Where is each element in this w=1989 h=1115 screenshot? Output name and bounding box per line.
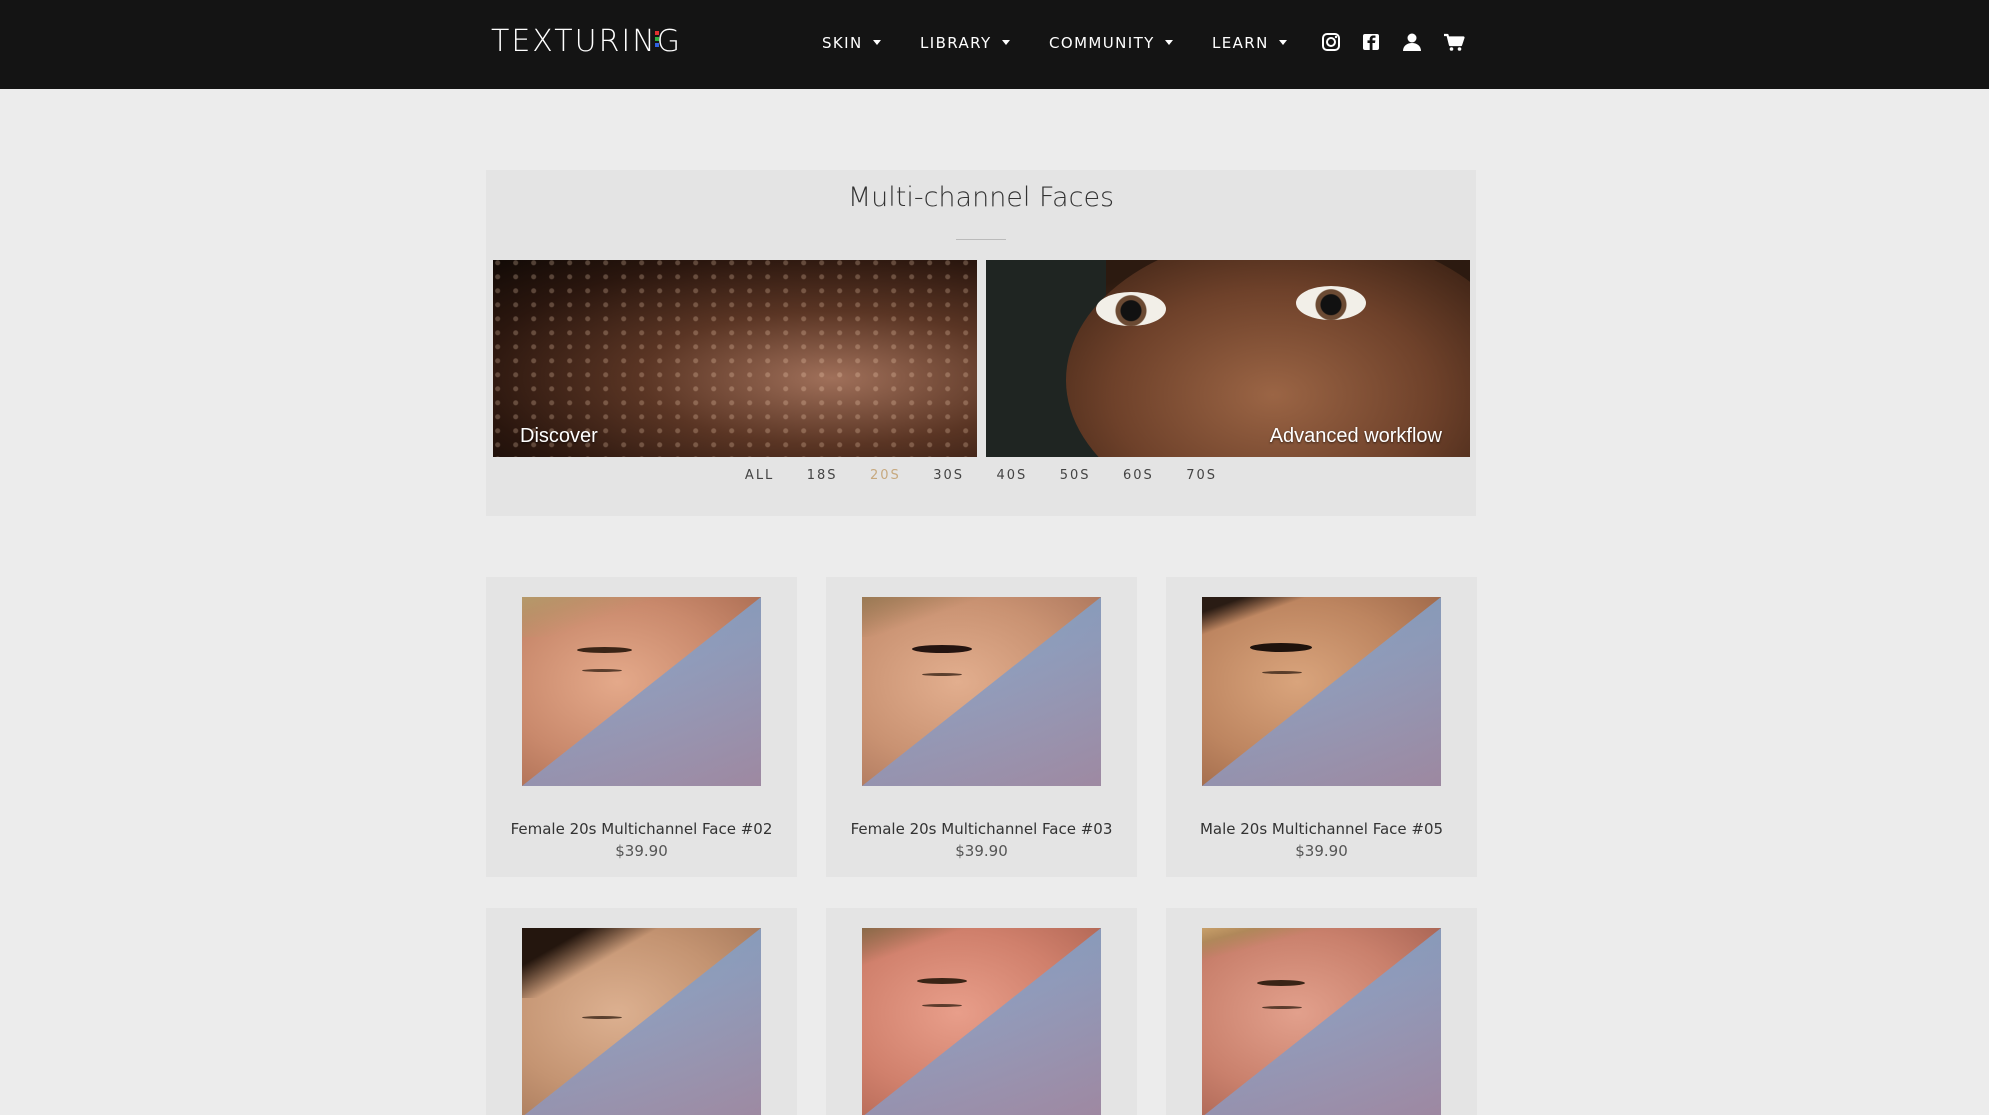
eyelid: [922, 1004, 962, 1007]
eye-image: [1096, 292, 1166, 326]
product-card[interactable]: Male 20s Multichannel Face #05 $39.90: [1166, 577, 1477, 877]
eyebrow: [577, 647, 632, 653]
filter-all[interactable]: ALL: [745, 468, 774, 483]
product-thumbnail[interactable]: [862, 597, 1101, 786]
filter-40s[interactable]: 40S: [997, 468, 1028, 483]
eyebrow: [917, 978, 967, 984]
collection-title: Multi-channel Faces: [847, 182, 1115, 213]
nav-skin[interactable]: SKIN: [822, 34, 881, 52]
eyelid: [922, 673, 962, 676]
eyebrow: [1250, 643, 1312, 652]
product-card[interactable]: [486, 908, 797, 1115]
caret-down-icon: [1001, 40, 1010, 45]
nav-learn-label: LEARN: [1212, 34, 1269, 52]
product-thumbnail[interactable]: [1202, 597, 1441, 786]
product-thumbnail[interactable]: [862, 928, 1101, 1115]
product-price: $39.90: [1295, 842, 1348, 860]
eye-image: [1296, 286, 1366, 320]
filter-50s[interactable]: 50S: [1060, 468, 1091, 483]
nav-community[interactable]: COMMUNITY: [1049, 34, 1173, 52]
nav-library[interactable]: LIBRARY: [920, 34, 1010, 52]
site-header: TEXTURING SKIN LIBRARY COMMUNITY LEARN: [0, 0, 1989, 89]
site-logo[interactable]: TEXTURING: [491, 24, 682, 59]
discover-banner-label: Discover: [520, 425, 598, 447]
filter-18s[interactable]: 18S: [807, 468, 838, 483]
product-price: $39.90: [615, 842, 668, 860]
nav-skin-label: SKIN: [822, 34, 863, 52]
product-thumbnail[interactable]: [1202, 928, 1441, 1115]
facebook-icon[interactable]: [1360, 31, 1382, 53]
product-thumbnail[interactable]: [522, 928, 761, 1115]
collection-header: Multi-channel Faces Discover Advanced wo…: [486, 170, 1476, 516]
filter-60s[interactable]: 60S: [1123, 468, 1154, 483]
cart-icon[interactable]: [1443, 31, 1465, 53]
eyelid: [582, 1016, 622, 1019]
product-card[interactable]: [1166, 908, 1477, 1115]
nav-learn[interactable]: LEARN: [1212, 34, 1287, 52]
eyebrow: [912, 645, 972, 653]
product-card[interactable]: Female 20s Multichannel Face #03 $39.90: [826, 577, 1137, 877]
product-price: $39.90: [955, 842, 1008, 860]
caret-down-icon: [1278, 40, 1287, 45]
discover-banner[interactable]: Discover: [493, 260, 977, 457]
advanced-workflow-label: Advanced workflow: [1269, 425, 1442, 447]
eyelid: [582, 669, 622, 672]
filter-30s[interactable]: 30S: [933, 468, 964, 483]
account-icon[interactable]: [1401, 31, 1423, 53]
product-card[interactable]: Female 20s Multichannel Face #02 $39.90: [486, 577, 797, 877]
instagram-icon[interactable]: [1320, 31, 1342, 53]
age-filter-bar: ALL 18S 20S 30S 40S 50S 60S 70S: [486, 466, 1476, 484]
product-name[interactable]: Female 20s Multichannel Face #02: [486, 820, 797, 838]
title-divider: [956, 239, 1006, 240]
advanced-workflow-banner[interactable]: Advanced workflow: [986, 260, 1470, 457]
nav-community-label: COMMUNITY: [1049, 34, 1155, 52]
eyebrow: [1257, 980, 1305, 986]
caret-down-icon: [872, 40, 881, 45]
nav-library-label: LIBRARY: [920, 34, 992, 52]
product-name[interactable]: Female 20s Multichannel Face #03: [826, 820, 1137, 838]
filter-70s[interactable]: 70S: [1186, 468, 1217, 483]
product-card[interactable]: [826, 908, 1137, 1115]
product-thumbnail[interactable]: [522, 597, 761, 786]
eyelid: [1262, 671, 1302, 674]
product-name[interactable]: Male 20s Multichannel Face #05: [1166, 820, 1477, 838]
logo-rgb-mark: [655, 31, 661, 49]
caret-down-icon: [1164, 40, 1173, 45]
eyelid: [1262, 1006, 1302, 1009]
filter-20s[interactable]: 20S: [870, 468, 901, 483]
